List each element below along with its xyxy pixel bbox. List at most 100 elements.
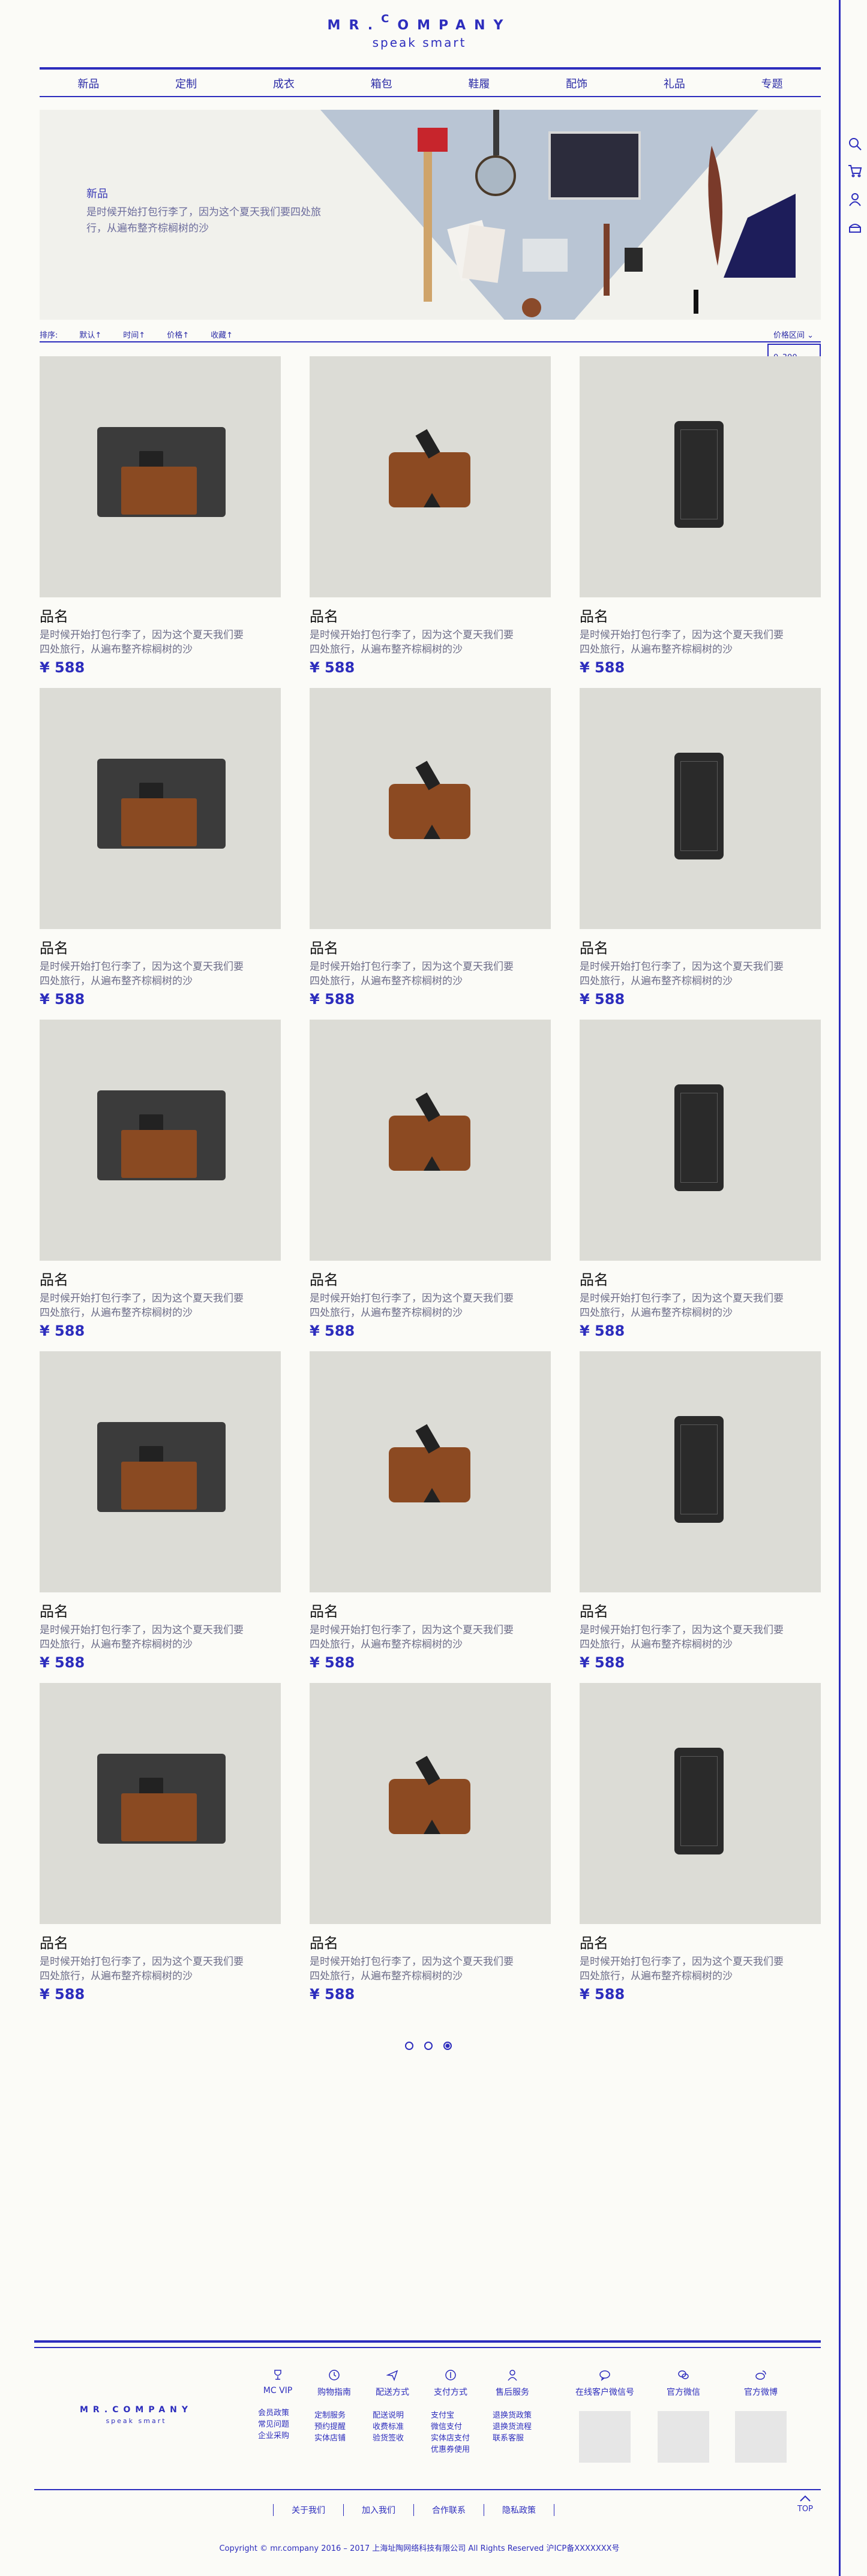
footer-link[interactable]: 联系客服	[487, 2433, 538, 2444]
product-card[interactable]: 品名 是时候开始打包行李了，因为这个夏天我们要四处旅行，从遍布整齐棕榈树的沙 ¥ 5…	[40, 1683, 281, 2003]
product-image[interactable]	[580, 1683, 821, 1924]
product-card[interactable]: 品名 是时候开始打包行李了，因为这个夏天我们要四处旅行，从遍布整齐棕榈树的沙 ¥ 5…	[310, 688, 551, 1008]
product-name[interactable]: 品名	[40, 936, 281, 957]
product-card[interactable]: 品名 是时候开始打包行李了，因为这个夏天我们要四处旅行，从遍布整齐棕榈树的沙 ¥ 5…	[580, 1683, 821, 2003]
product-image[interactable]	[40, 1683, 281, 1924]
footer-link[interactable]: 退换货政策	[487, 2410, 538, 2421]
product-price: ¥ 588	[40, 1654, 85, 1671]
product-price: ¥ 588	[310, 991, 355, 1008]
product-card[interactable]: 品名 是时候开始打包行李了，因为这个夏天我们要四处旅行，从遍布整齐棕榈树的沙 ¥ 5…	[40, 1020, 281, 1339]
product-name[interactable]: 品名	[580, 936, 821, 957]
product-name[interactable]: 品名	[310, 1268, 551, 1289]
footer-link[interactable]: 优惠券使用	[425, 2444, 476, 2455]
price-range-dropdown[interactable]: 价格区间 ⌄	[773, 329, 814, 340]
footer-link[interactable]: 定制服务	[308, 2410, 360, 2421]
product-name[interactable]: 品名	[40, 1600, 281, 1621]
product-name[interactable]: 品名	[40, 605, 281, 626]
product-description: 是时候开始打包行李了，因为这个夏天我们要四处旅行，从遍布整齐棕榈树的沙	[580, 961, 784, 987]
product-image[interactable]	[40, 1020, 281, 1261]
product-card[interactable]: 品名 是时候开始打包行李了，因为这个夏天我们要四处旅行，从遍布整齐棕榈树的沙 ¥ 5…	[310, 1351, 551, 1671]
sort-option[interactable]: 默认↑	[79, 329, 101, 340]
footer-link[interactable]: 常见问题	[252, 2419, 304, 2430]
product-price: ¥ 588	[40, 1986, 85, 2003]
footer-link[interactable]: 配送说明	[367, 2410, 418, 2421]
nav-item[interactable]: 箱包	[371, 76, 392, 91]
back-to-top-button[interactable]: TOP	[793, 2495, 817, 2514]
product-name[interactable]: 品名	[310, 1931, 551, 1952]
footer-link[interactable]: 验货签收	[367, 2433, 418, 2444]
footer-bottom-link[interactable]: 加入我们	[343, 2504, 413, 2516]
product-image[interactable]	[310, 1351, 551, 1592]
product-name[interactable]: 品名	[310, 1600, 551, 1621]
footer-bottom-link[interactable]: 隐私政策	[484, 2504, 554, 2516]
nav-item[interactable]: 鞋履	[468, 76, 490, 91]
back-to-top-label: TOP	[797, 2505, 813, 2514]
cart-icon[interactable]	[848, 164, 862, 178]
nav-item[interactable]: 新品	[77, 76, 99, 91]
product-card[interactable]: 品名 是时候开始打包行李了，因为这个夏天我们要四处旅行，从遍布整齐棕榈树的沙 ¥ 5…	[580, 356, 821, 676]
product-name[interactable]: 品名	[310, 936, 551, 957]
product-card[interactable]: 品名 是时候开始打包行李了，因为这个夏天我们要四处旅行，从遍布整齐棕榈树的沙 ¥ 5…	[40, 356, 281, 676]
product-image[interactable]	[580, 688, 821, 929]
sort-option[interactable]: 价格↑	[167, 329, 189, 340]
product-image[interactable]	[580, 356, 821, 597]
sort-divider	[40, 341, 821, 342]
product-name[interactable]: 品名	[580, 1600, 821, 1621]
footer-link[interactable]: 收费标准	[367, 2421, 418, 2433]
footer-link[interactable]: 支付宝	[425, 2410, 476, 2421]
footer-link[interactable]: 实体店铺	[308, 2433, 360, 2444]
product-name[interactable]: 品名	[580, 1931, 821, 1952]
footer-link[interactable]: 预约提醒	[308, 2421, 360, 2433]
nav-item[interactable]: 成衣	[273, 76, 295, 91]
product-image-bag	[97, 1754, 226, 1844]
product-card[interactable]: 品名 是时候开始打包行李了，因为这个夏天我们要四处旅行，从遍布整齐棕榈树的沙 ¥ 5…	[580, 1351, 821, 1671]
product-card[interactable]: 品名 是时候开始打包行李了，因为这个夏天我们要四处旅行，从遍布整齐棕榈树的沙 ¥ 5…	[40, 1351, 281, 1671]
banner-title: 新品	[86, 188, 108, 200]
footer-link[interactable]: 企业采购	[252, 2430, 304, 2442]
user-icon[interactable]	[848, 192, 862, 206]
footer-logo[interactable]: MR.COMPANY speak smart	[67, 2405, 205, 2425]
brand-logo[interactable]: MR.COMPANY speak smart	[0, 13, 839, 50]
service-icon[interactable]	[848, 220, 862, 235]
product-card[interactable]: 品名 是时候开始打包行李了，因为这个夏天我们要四处旅行，从遍布整齐棕榈树的沙 ¥ 5…	[580, 1020, 821, 1339]
product-name[interactable]: 品名	[580, 1268, 821, 1289]
footer-link[interactable]: 会员政策	[252, 2407, 304, 2419]
nav-item[interactable]: 专题	[761, 76, 783, 91]
page-dot[interactable]	[424, 2042, 433, 2050]
sort-option[interactable]: 收藏↑	[211, 329, 233, 340]
sort-bar: 排序: 默认↑ 时间↑ 价格↑ 收藏↑	[40, 329, 233, 340]
product-name[interactable]: 品名	[40, 1268, 281, 1289]
footer-bottom-link[interactable]: 关于我们	[273, 2504, 343, 2516]
product-image[interactable]	[310, 1020, 551, 1261]
hero-banner[interactable]: 新品 是时候开始打包行李了，因为这个夏天我们要四处旅行，从遍布整齐棕榈树的沙	[40, 110, 821, 320]
footer-divider-top-thin	[34, 2347, 821, 2348]
footer-link[interactable]: 退换货流程	[487, 2421, 538, 2433]
product-image[interactable]	[310, 688, 551, 929]
footer-link[interactable]: 微信支付	[425, 2421, 476, 2433]
product-card[interactable]: 品名 是时候开始打包行李了，因为这个夏天我们要四处旅行，从遍布整齐棕榈树的沙 ¥ 5…	[310, 1020, 551, 1339]
sort-option[interactable]: 时间↑	[123, 329, 145, 340]
product-name[interactable]: 品名	[40, 1931, 281, 1952]
product-card[interactable]: 品名 是时候开始打包行李了，因为这个夏天我们要四处旅行，从遍布整齐棕榈树的沙 ¥ 5…	[310, 1683, 551, 2003]
product-image[interactable]	[40, 356, 281, 597]
footer-bottom-link[interactable]: 合作联系	[413, 2504, 484, 2516]
product-image[interactable]	[40, 688, 281, 929]
footer-column-title: 售后服务	[496, 2388, 529, 2397]
product-name[interactable]: 品名	[580, 605, 821, 626]
page-dot[interactable]	[405, 2042, 413, 2050]
product-card[interactable]: 品名 是时候开始打包行李了，因为这个夏天我们要四处旅行，从遍布整齐棕榈树的沙 ¥ 5…	[580, 688, 821, 1008]
nav-item[interactable]: 定制	[175, 76, 197, 91]
product-name[interactable]: 品名	[310, 605, 551, 626]
page-dot[interactable]	[443, 2042, 452, 2050]
nav-item[interactable]: 配饰	[566, 76, 587, 91]
footer-link[interactable]: 实体店支付	[425, 2433, 476, 2444]
product-image[interactable]	[580, 1020, 821, 1261]
product-image[interactable]	[310, 1683, 551, 1924]
product-image[interactable]	[40, 1351, 281, 1592]
product-image[interactable]	[580, 1351, 821, 1592]
product-image[interactable]	[310, 356, 551, 597]
search-icon[interactable]	[848, 137, 862, 151]
product-card[interactable]: 品名 是时候开始打包行李了，因为这个夏天我们要四处旅行，从遍布整齐棕榈树的沙 ¥ 5…	[310, 356, 551, 676]
product-card[interactable]: 品名 是时候开始打包行李了，因为这个夏天我们要四处旅行，从遍布整齐棕榈树的沙 ¥ 5…	[40, 688, 281, 1008]
nav-item[interactable]: 礼品	[664, 76, 685, 91]
